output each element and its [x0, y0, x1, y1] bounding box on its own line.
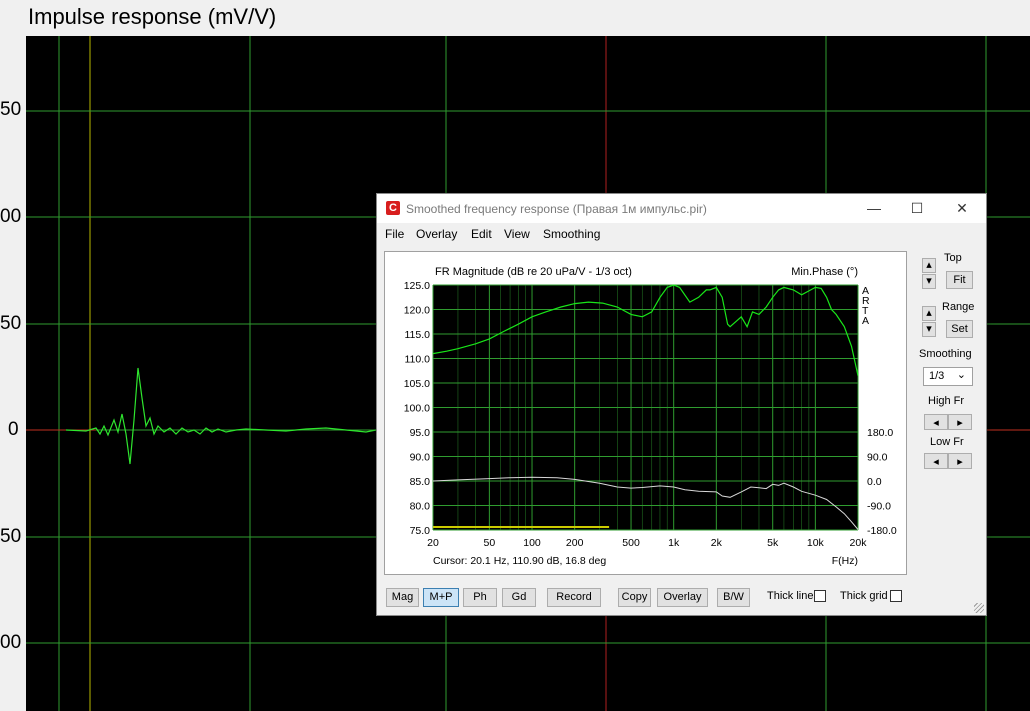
- phase-tick-label: -90.0: [867, 501, 891, 513]
- y-tick-label: 75.0: [410, 525, 431, 537]
- y-tick-label: 50: [0, 526, 22, 547]
- x-tick-label: 20k: [850, 537, 868, 549]
- y-tick-label: 80.0: [410, 501, 431, 513]
- thick-grid-label: Thick grid: [840, 590, 888, 602]
- x-tick-label: 200: [566, 537, 584, 549]
- y-tick-label: 120.0: [404, 305, 430, 317]
- thick-grid-checkbox[interactable]: [890, 590, 902, 602]
- chevron-down-icon: ⌄: [956, 369, 966, 381]
- x-tick-label: 10k: [807, 537, 825, 549]
- minimize-button[interactable]: —: [854, 198, 894, 218]
- x-tick-label: 50: [484, 537, 496, 549]
- maximize-button[interactable]: ☐: [897, 198, 937, 218]
- range-up-button[interactable]: ▴: [922, 306, 936, 321]
- y-tick-label: 105.0: [404, 378, 430, 390]
- menu-overlay[interactable]: Overlay: [416, 227, 457, 241]
- bw-button[interactable]: B/W: [717, 588, 750, 607]
- gd-button[interactable]: Gd: [502, 588, 536, 607]
- high-fr-left-button[interactable]: ◂: [924, 414, 948, 430]
- frequency-response-window: C Smoothed frequency response (Правая 1м…: [376, 193, 987, 616]
- menu-smoothing[interactable]: Smoothing: [543, 227, 600, 241]
- menu-edit[interactable]: Edit: [471, 227, 492, 241]
- top-label: Top: [944, 252, 962, 264]
- smoothing-value: 1/3: [929, 370, 945, 382]
- x-tick-label: 500: [622, 537, 640, 549]
- resize-grip[interactable]: [974, 603, 984, 613]
- fit-button[interactable]: Fit: [946, 271, 973, 289]
- x-tick-label: 1k: [668, 537, 680, 549]
- low-fr-label: Low Fr: [930, 436, 964, 448]
- impulse-response-title: Impulse response (mV/V): [28, 4, 277, 29]
- y-tick-label: 00: [0, 632, 22, 653]
- high-fr-right-button[interactable]: ▸: [948, 414, 972, 430]
- impulse-trace: [65, 367, 377, 465]
- copy-button[interactable]: Copy: [618, 588, 651, 607]
- y-tick-label: 115.0: [405, 329, 431, 341]
- overlay-button[interactable]: Overlay: [657, 588, 708, 607]
- phase-tick-label: 90.0: [867, 452, 888, 464]
- frequency-response-chart[interactable]: FR Magnitude (dB re 20 uPa/V - 1/3 oct) …: [384, 251, 907, 575]
- high-fr-label: High Fr: [928, 395, 965, 407]
- x-tick-label: 2k: [711, 537, 723, 549]
- y-tick-label: 90.0: [410, 452, 431, 464]
- range-label: Range: [942, 301, 975, 313]
- range-down-button[interactable]: ▾: [922, 322, 936, 337]
- chart-title: FR Magnitude (dB re 20 uPa/V - 1/3 oct): [435, 266, 632, 278]
- phase-tick-label: -180.0: [867, 525, 897, 537]
- low-fr-right-button[interactable]: ▸: [948, 453, 972, 469]
- phase-tick-label: 180.0: [867, 427, 893, 439]
- y-tick-label: 50: [0, 313, 22, 334]
- mp-button[interactable]: M+P: [423, 588, 459, 607]
- y-tick-label: 85.0: [410, 476, 431, 488]
- app-icon: C: [386, 201, 400, 215]
- cursor-readout: Cursor: 20.1 Hz, 110.90 dB, 16.8 deg: [433, 555, 606, 567]
- phase-tick-label: 0.0: [867, 476, 882, 488]
- y-tick-label: 125.0: [404, 280, 430, 292]
- arta-watermark: A: [862, 315, 869, 327]
- thick-line-label: Thick line: [767, 590, 814, 602]
- ph-button[interactable]: Ph: [463, 588, 497, 607]
- menu-bar: File Overlay Edit View Smoothing: [377, 223, 986, 243]
- thick-line-checkbox[interactable]: [814, 590, 826, 602]
- set-button[interactable]: Set: [946, 320, 973, 338]
- phase-axis-title: Min.Phase (°): [791, 266, 858, 278]
- y-tick-label: 95.0: [410, 427, 431, 439]
- low-fr-left-button[interactable]: ◂: [924, 453, 948, 469]
- window-title: Smoothed frequency response (Правая 1м и…: [406, 202, 707, 216]
- smoothing-label: Smoothing: [919, 348, 972, 360]
- menu-view[interactable]: View: [504, 227, 530, 241]
- y-tick-label: 50: [0, 99, 22, 120]
- top-down-button[interactable]: ▾: [922, 274, 936, 289]
- top-up-button[interactable]: ▴: [922, 258, 936, 273]
- x-tick-label: 20: [427, 537, 439, 549]
- menu-file[interactable]: File: [385, 227, 404, 241]
- y-tick-label: 00: [0, 206, 22, 227]
- smoothing-select[interactable]: 1/3 ⌄: [923, 367, 973, 386]
- y-tick-label: 110.0: [405, 354, 431, 366]
- record-button[interactable]: Record: [547, 588, 601, 607]
- close-button[interactable]: ✕: [942, 198, 982, 218]
- title-bar[interactable]: C Smoothed frequency response (Правая 1м…: [377, 194, 986, 223]
- y-tick-label: 100.0: [404, 403, 430, 415]
- x-tick-label: 5k: [767, 537, 779, 549]
- x-axis-label: F(Hz): [832, 555, 858, 567]
- mag-button[interactable]: Mag: [386, 588, 419, 607]
- x-tick-label: 100: [523, 537, 541, 549]
